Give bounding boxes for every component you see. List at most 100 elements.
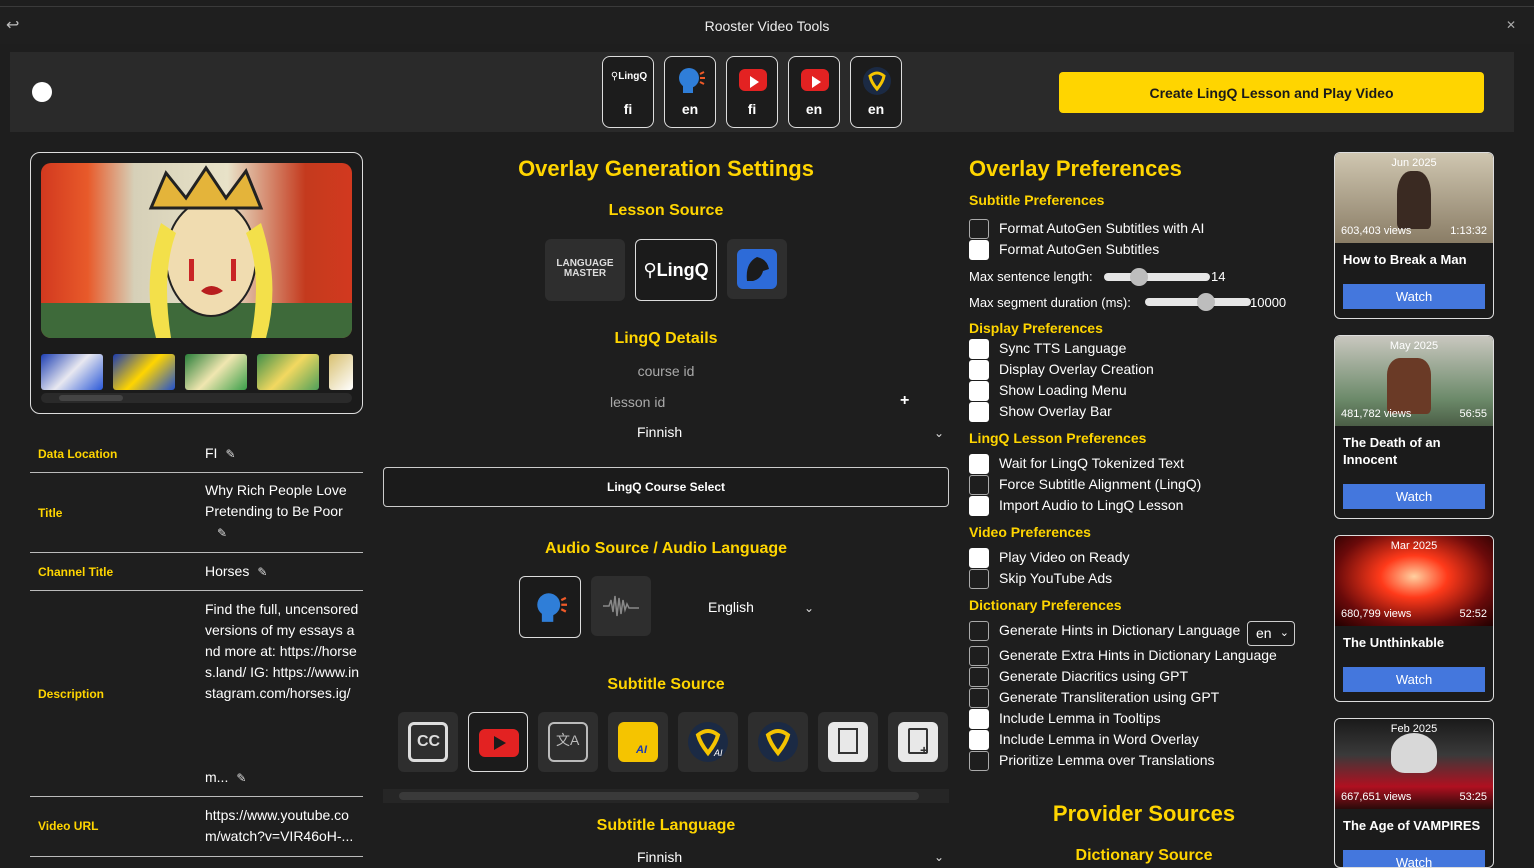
checkbox-box[interactable] <box>969 496 989 516</box>
language-master-button[interactable]: LANGUAGE MASTER <box>545 239 625 301</box>
youtube-source-button[interactable] <box>468 712 528 772</box>
checkbox-box[interactable] <box>969 402 989 422</box>
max-sentence-slider[interactable] <box>1104 273 1210 281</box>
chevron-down-icon[interactable]: ⌄ <box>804 601 814 615</box>
document-source-button[interactable] <box>818 712 878 772</box>
subtitle-source-scrollbar[interactable] <box>383 789 949 803</box>
watch-button[interactable]: Watch <box>1343 850 1485 867</box>
lang-button-lingq-en[interactable]: en <box>850 56 902 128</box>
checkbox-box[interactable] <box>969 381 989 401</box>
video-card-0[interactable]: Jun 2025 603,403 views 1:13:32 How to Br… <box>1334 152 1494 319</box>
slider-knob[interactable] <box>1197 293 1215 311</box>
checkbox-box[interactable] <box>969 751 989 771</box>
video-title[interactable]: The Unthinkable <box>1343 634 1488 651</box>
video-card-1[interactable]: May 2025 481,782 views 56:55 The Death o… <box>1334 335 1494 519</box>
checkbox-box[interactable] <box>969 360 989 380</box>
title-value: Why Rich People Love Pretending to Be Po… <box>205 482 347 519</box>
checkbox-box[interactable] <box>969 646 989 666</box>
checkbox-box[interactable] <box>969 709 989 729</box>
lingq-course-select-button[interactable]: LingQ Course Select <box>383 467 949 507</box>
lesson-language-select[interactable]: Finnish <box>637 424 682 440</box>
info-key: Description <box>38 687 105 701</box>
video-date: May 2025 <box>1389 340 1439 352</box>
translate-icon: 文A <box>548 722 588 762</box>
tts-audio-button[interactable] <box>519 576 581 638</box>
waveform-icon <box>603 594 639 621</box>
video-views: 481,782 views <box>1341 408 1412 420</box>
dictionary-language-select[interactable]: en ⌄ <box>1247 621 1295 646</box>
close-icon[interactable]: ✕ <box>1506 18 1516 32</box>
checkbox-box[interactable] <box>969 339 989 359</box>
video-card-2[interactable]: Mar 2025 680,799 views 52:52 The Unthink… <box>1334 535 1494 702</box>
rooster-ai-source-button[interactable]: AI <box>608 712 668 772</box>
checkbox-box[interactable] <box>969 569 989 589</box>
checkbox-label: Format AutoGen Subtitles <box>999 241 1160 257</box>
lang-button-youtube-en[interactable]: en <box>788 56 840 128</box>
pencil-icon[interactable]: ✎ <box>257 562 267 583</box>
video-preferences-heading: Video Preferences <box>969 524 1091 540</box>
audio-source-heading: Audio Source / Audio Language <box>544 540 788 557</box>
subtitle-language-select[interactable]: Finnish <box>637 849 682 865</box>
thumbnail-strip-item[interactable] <box>329 354 353 390</box>
rooster-source-button[interactable] <box>727 239 787 299</box>
waveform-audio-button[interactable] <box>591 576 651 636</box>
lingq-source-button[interactable]: ⚲LingQ <box>635 239 717 301</box>
lesson-id-field[interactable]: lesson id <box>610 394 665 410</box>
watch-button[interactable]: Watch <box>1343 484 1485 509</box>
checkbox-box[interactable] <box>969 621 989 641</box>
lingq-label-text: LingQ <box>656 260 709 280</box>
max-sentence-value: 14 <box>1211 269 1226 284</box>
lingq-ai-source-button[interactable]: AI <box>678 712 738 772</box>
audio-language-select[interactable]: English <box>708 599 754 615</box>
video-title[interactable]: The Age of VAMPIRES <box>1343 817 1488 834</box>
closed-caption-source-button[interactable]: CC <box>398 712 458 772</box>
video-thumbnail[interactable] <box>41 163 352 338</box>
checkbox-label: Sync TTS Language <box>999 340 1127 356</box>
status-dot[interactable] <box>32 82 52 102</box>
thumbnail-strip-item[interactable] <box>185 354 247 390</box>
checkbox-box[interactable] <box>969 548 989 568</box>
checkbox-box[interactable] <box>969 240 989 260</box>
lingq-source-button-2[interactable] <box>748 712 808 772</box>
pencil-icon[interactable]: ✎ <box>225 444 235 465</box>
watch-button[interactable]: Watch <box>1343 667 1485 692</box>
checkbox-box[interactable] <box>969 730 989 750</box>
translate-source-button[interactable]: 文A <box>538 712 598 772</box>
overlay-generation-heading: Overlay Generation Settings <box>518 156 814 181</box>
lang-label: en <box>867 101 885 117</box>
thumbnail-strip-item[interactable] <box>257 354 319 390</box>
add-lesson-button[interactable]: + <box>900 392 909 410</box>
thumbnail-scrollbar[interactable] <box>41 393 352 403</box>
watch-button[interactable]: Watch <box>1343 284 1485 309</box>
scrollbar-thumb[interactable] <box>59 395 123 401</box>
video-duration: 56:55 <box>1459 408 1487 420</box>
checkbox-box[interactable] <box>969 454 989 474</box>
chevron-down-icon[interactable]: ⌄ <box>934 850 944 864</box>
lang-button-tts-en[interactable]: en <box>664 56 716 128</box>
create-lesson-button[interactable]: Create LingQ Lesson and Play Video <box>1059 72 1484 113</box>
description-more[interactable]: m... <box>205 769 228 785</box>
thumbnail-strip-item[interactable] <box>113 354 175 390</box>
checkbox-label: Play Video on Ready <box>999 549 1130 565</box>
checkbox-box[interactable] <box>969 688 989 708</box>
video-url-value[interactable]: https://www.youtube.com/watch?v=VIR46oH-… <box>205 805 360 847</box>
video-title[interactable]: How to Break a Man <box>1343 251 1488 268</box>
video-card-3[interactable]: Feb 2025 667,651 views 53:25 The Age of … <box>1334 718 1494 868</box>
thumbnail-strip-item[interactable] <box>41 354 103 390</box>
pencil-icon[interactable]: ✎ <box>236 768 246 789</box>
slider-knob[interactable] <box>1130 268 1148 286</box>
pencil-icon[interactable]: ✎ <box>217 523 227 544</box>
checkbox-box[interactable] <box>969 219 989 239</box>
max-segment-value: 10000 <box>1250 295 1287 310</box>
course-id-field[interactable]: course id <box>383 363 949 379</box>
checkbox-label: Generate Transliteration using GPT <box>999 689 1220 705</box>
chevron-down-icon[interactable]: ⌄ <box>934 426 944 440</box>
scrollbar-thumb[interactable] <box>399 792 919 800</box>
checkbox-box[interactable] <box>969 667 989 687</box>
lang-button-youtube-fi[interactable]: fi <box>726 56 778 128</box>
add-file-icon: + <box>898 722 938 762</box>
video-title[interactable]: The Death of an Innocent <box>1343 434 1488 468</box>
lang-button-lingq-fi[interactable]: ⚲LingQ fi <box>602 56 654 128</box>
checkbox-box[interactable] <box>969 475 989 495</box>
add-file-source-button[interactable]: + <box>888 712 948 772</box>
